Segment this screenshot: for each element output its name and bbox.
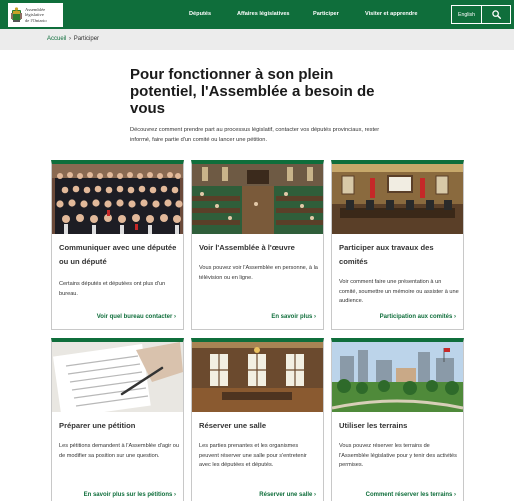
card-description: Certains députés et députées ont plus d'… [59, 281, 166, 297]
card-grounds: Utiliser les terrains Vous pouvez réserv… [331, 338, 464, 501]
card-link-contact-office[interactable]: Voir quel bureau contacter › [97, 314, 176, 320]
card-committees: Participer aux travaux des comités Voir … [331, 160, 464, 330]
logo-text: Assemblée législative de l'Ontario [25, 7, 47, 23]
assembly-logo[interactable]: Assemblée législative de l'Ontario [8, 3, 63, 27]
card-link-petitions[interactable]: En savoir plus sur les pétitions › [84, 492, 176, 498]
card-title: Communiquer avec une députée ou un déput… [59, 243, 177, 266]
card-watch-assembly: Voir l'Assemblée à l'œuvre Vous pouvez v… [191, 160, 324, 330]
card-description: Voir comment faire une présentation à un… [339, 279, 459, 305]
nav-item-visiter-et-apprendre[interactable]: Visiter et apprendre [365, 11, 417, 17]
card-title: Réserver une salle [199, 421, 267, 430]
search-icon [491, 6, 501, 24]
card-title: Utiliser les terrains [339, 421, 408, 430]
card-description: Vous pouvez réserver les terrains de l'A… [339, 443, 457, 469]
card-contact-member: Communiquer avec une députée ou un déput… [51, 160, 184, 330]
breadcrumb-current: Participer [73, 36, 100, 42]
card-description: Vous pouvez voir l'Assemblée en personne… [199, 265, 318, 281]
logo-text-line: de l'Ontario [25, 17, 47, 23]
card-link-book-room[interactable]: Réserver une salle › [259, 492, 316, 498]
search-button[interactable] [482, 5, 511, 24]
card-title: Préparer une pétition [59, 421, 136, 430]
nav-item-affaires-legislatives[interactable]: Affaires législatives [237, 11, 290, 17]
page-title: Pour fonctionner à son plein potentiel, … [130, 66, 375, 117]
language-toggle-button[interactable]: English [451, 5, 482, 24]
petition-signing-photo [52, 342, 183, 412]
card-description: Les parties prenantes et les organismes … [199, 443, 307, 469]
nav-item-participer[interactable]: Participer [313, 11, 339, 17]
card-description: Les pétitions demandent à l'Assemblée d'… [59, 443, 179, 459]
crest-icon [11, 7, 22, 23]
card-book-room: Réserver une salle Les parties prenantes… [191, 338, 324, 501]
grounds-photo [332, 342, 463, 412]
nav-item-deputes[interactable]: Députés [189, 11, 211, 17]
intro-paragraph: Découvrez comment prendre part au proces… [130, 127, 380, 143]
card-title: Voir l'Assemblée à l'œuvre [199, 243, 295, 252]
card-link-book-grounds[interactable]: Comment réserver les terrains › [366, 492, 456, 498]
card-title: Participer aux travaux des comités [339, 243, 434, 266]
committee-room-photo [332, 164, 463, 234]
card-link-learn-more[interactable]: En savoir plus › [271, 314, 316, 320]
breadcrumb-home-link[interactable]: Accueil [47, 36, 66, 42]
site-header: Assemblée législative de l'Ontario Déput… [0, 0, 514, 29]
breadcrumb: Accueil › Participer [47, 36, 99, 42]
breadcrumb-separator: › [69, 36, 72, 42]
logo-text-line: législative [25, 12, 44, 18]
card-link-committee-participation[interactable]: Participation aux comités › [380, 314, 456, 320]
chamber-photo [192, 164, 323, 234]
members-group-photo [52, 164, 183, 234]
room-photo [192, 342, 323, 412]
card-petition: Préparer une pétition Les pétitions dema… [51, 338, 184, 501]
